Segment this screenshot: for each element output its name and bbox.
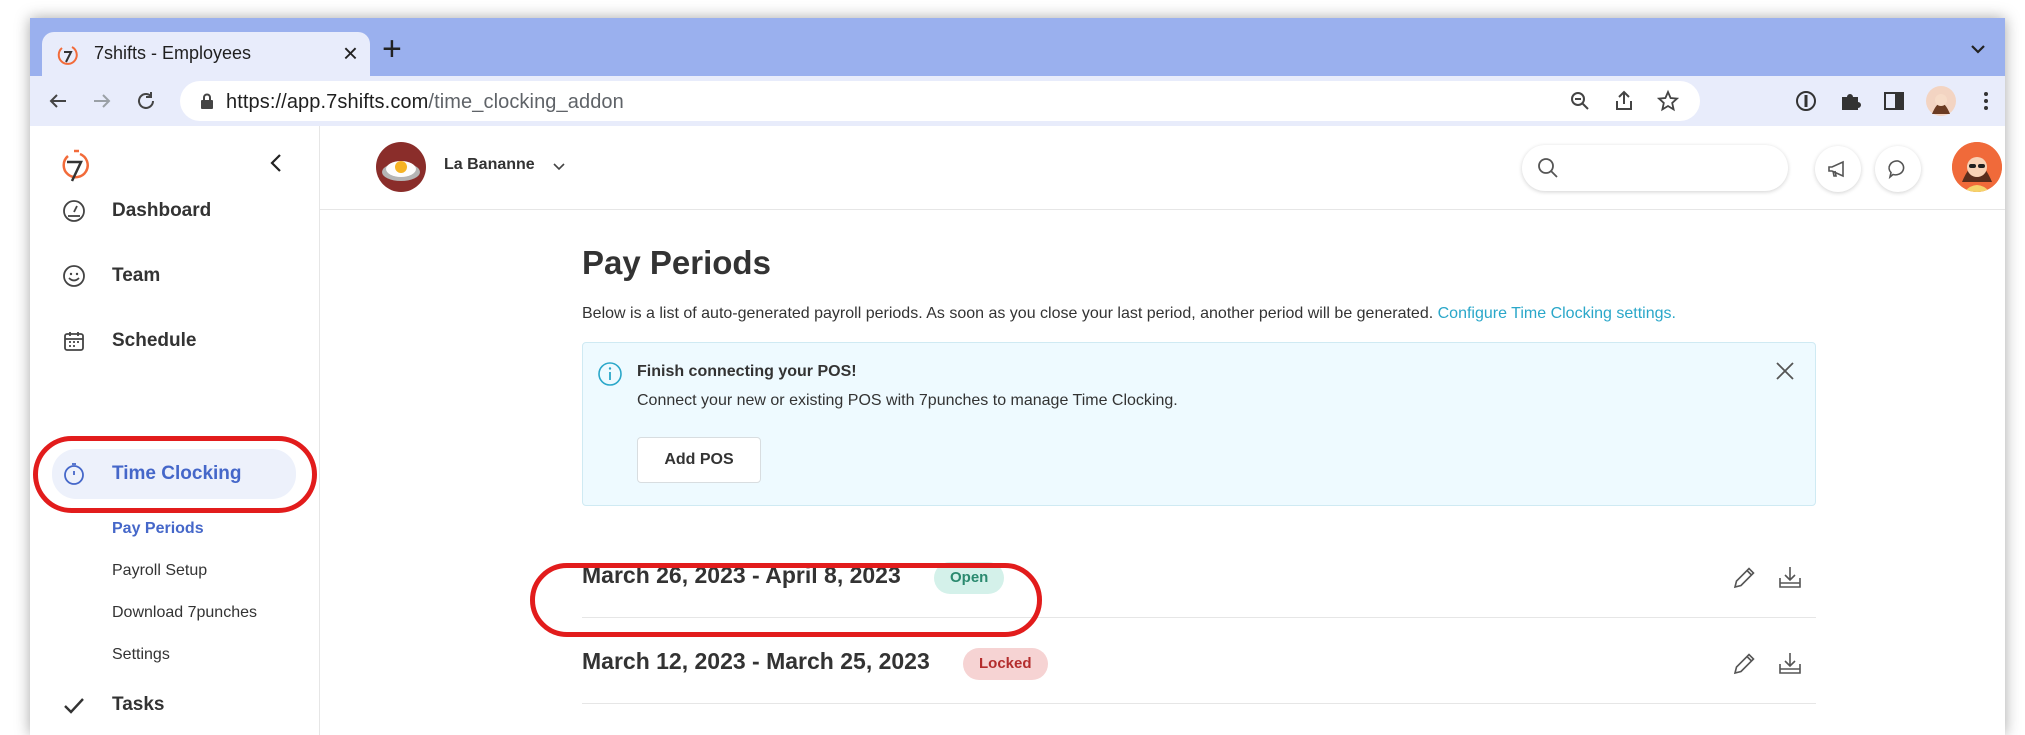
search-input[interactable] xyxy=(1522,145,1788,191)
page-description: Below is a list of auto-generated payrol… xyxy=(582,305,1676,323)
extensions-puzzle-icon[interactable] xyxy=(1838,89,1862,113)
main-content: Pay Periods Below is a list of auto-gene… xyxy=(320,210,2005,735)
announcements-button[interactable] xyxy=(1815,146,1861,192)
tab-close-icon[interactable]: × xyxy=(343,38,358,68)
status-badge: Locked xyxy=(963,648,1048,680)
tab-search-chevron-icon[interactable] xyxy=(1969,40,1987,58)
calendar-icon xyxy=(64,332,84,351)
sidebar-item-label: Dashboard xyxy=(112,200,212,221)
reload-icon[interactable] xyxy=(134,89,158,113)
megaphone-icon xyxy=(1828,160,1844,178)
pencil-edit-icon[interactable] xyxy=(1730,650,1758,678)
browser-menu-icon[interactable] xyxy=(1974,89,1998,113)
7shifts-favicon-icon xyxy=(57,46,78,65)
page-title: Pay Periods xyxy=(582,244,771,281)
subnav-download-7punches[interactable]: Download 7punches xyxy=(112,604,257,622)
close-icon[interactable] xyxy=(1773,359,1797,383)
tab-bar: 7shifts - Employees × + xyxy=(30,18,2005,76)
profile-avatar-icon[interactable] xyxy=(1926,86,1956,116)
sidebar-item-team[interactable]: Team xyxy=(52,251,296,301)
location-avatar[interactable] xyxy=(376,142,426,192)
sidebar-item-tasks[interactable]: Tasks xyxy=(52,680,296,730)
description-text: Below is a list of auto-generated payrol… xyxy=(582,305,1434,322)
sidebar-item-label: Team xyxy=(112,265,161,286)
subnav-payroll-setup[interactable]: Payroll Setup xyxy=(112,562,207,580)
alert-title: Finish connecting your POS! xyxy=(637,363,857,380)
pay-period-highlight-ring xyxy=(530,563,1042,637)
download-icon[interactable] xyxy=(1776,564,1804,592)
subnav-settings[interactable]: Settings xyxy=(112,646,170,664)
checkmark-icon xyxy=(64,698,84,714)
url-path: /time_clocking_addon xyxy=(428,91,624,113)
bookmark-star-icon[interactable] xyxy=(1656,89,1680,113)
collapse-sidebar-chevron-icon[interactable] xyxy=(266,152,288,174)
search-icon xyxy=(1538,158,1558,178)
browser-toolbar: https://app.7shifts.com/time_clocking_ad… xyxy=(30,76,2005,126)
configure-settings-link[interactable]: Configure Time Clocking settings. xyxy=(1438,305,1676,322)
tab-title: 7shifts - Employees xyxy=(94,43,252,63)
app-header: La Bananne xyxy=(320,126,2005,210)
pencil-edit-icon[interactable] xyxy=(1730,564,1758,592)
messages-button[interactable] xyxy=(1875,146,1921,192)
subnav-pay-periods[interactable]: Pay Periods xyxy=(112,520,204,538)
url-text: https://app.7shifts.com/time_clocking_ad… xyxy=(226,91,624,114)
7shifts-logo-icon[interactable] xyxy=(60,148,90,184)
user-portrait-icon xyxy=(1952,142,2002,192)
sidebar-item-schedule[interactable]: Schedule xyxy=(52,316,296,366)
url-host: https://app.7shifts.com xyxy=(226,91,429,113)
sidebar-item-label: Schedule xyxy=(112,330,197,351)
location-name[interactable]: La Bananne xyxy=(444,156,535,174)
sidebar-item-label: Tasks xyxy=(112,694,165,715)
zoom-icon[interactable] xyxy=(1568,89,1592,113)
user-avatar[interactable] xyxy=(1952,142,2002,192)
add-pos-button[interactable]: Add POS xyxy=(637,437,761,483)
sidebar-item-dashboard[interactable]: Dashboard xyxy=(52,186,296,236)
download-icon[interactable] xyxy=(1776,650,1804,678)
share-icon[interactable] xyxy=(1612,89,1636,113)
address-bar[interactable]: https://app.7shifts.com/time_clocking_ad… xyxy=(180,81,1700,121)
chevron-down-icon[interactable] xyxy=(552,160,566,174)
period-dates[interactable]: March 12, 2023 - March 25, 2023 xyxy=(582,648,930,675)
browser-tab[interactable]: 7shifts - Employees × xyxy=(42,32,370,76)
back-arrow-icon[interactable] xyxy=(46,89,70,113)
smiley-icon xyxy=(63,265,85,287)
fried-egg-icon xyxy=(382,161,420,181)
password-manager-icon[interactable] xyxy=(1794,89,1818,113)
gauge-icon xyxy=(63,200,85,222)
new-tab-button[interactable]: + xyxy=(382,32,402,66)
sidebar: Dashboard Team Schedule Time Clocking Pa… xyxy=(30,126,320,735)
time-clocking-highlight-ring xyxy=(33,436,317,513)
pos-alert: Finish connecting your POS! Connect your… xyxy=(582,342,1816,506)
lock-icon xyxy=(201,93,213,109)
alert-text: Connect your new or existing POS with 7p… xyxy=(637,392,1178,409)
side-panel-icon[interactable] xyxy=(1882,89,1906,113)
info-icon xyxy=(598,362,622,386)
forward-arrow-icon[interactable] xyxy=(90,89,114,113)
chat-bubble-icon xyxy=(1888,160,1905,180)
